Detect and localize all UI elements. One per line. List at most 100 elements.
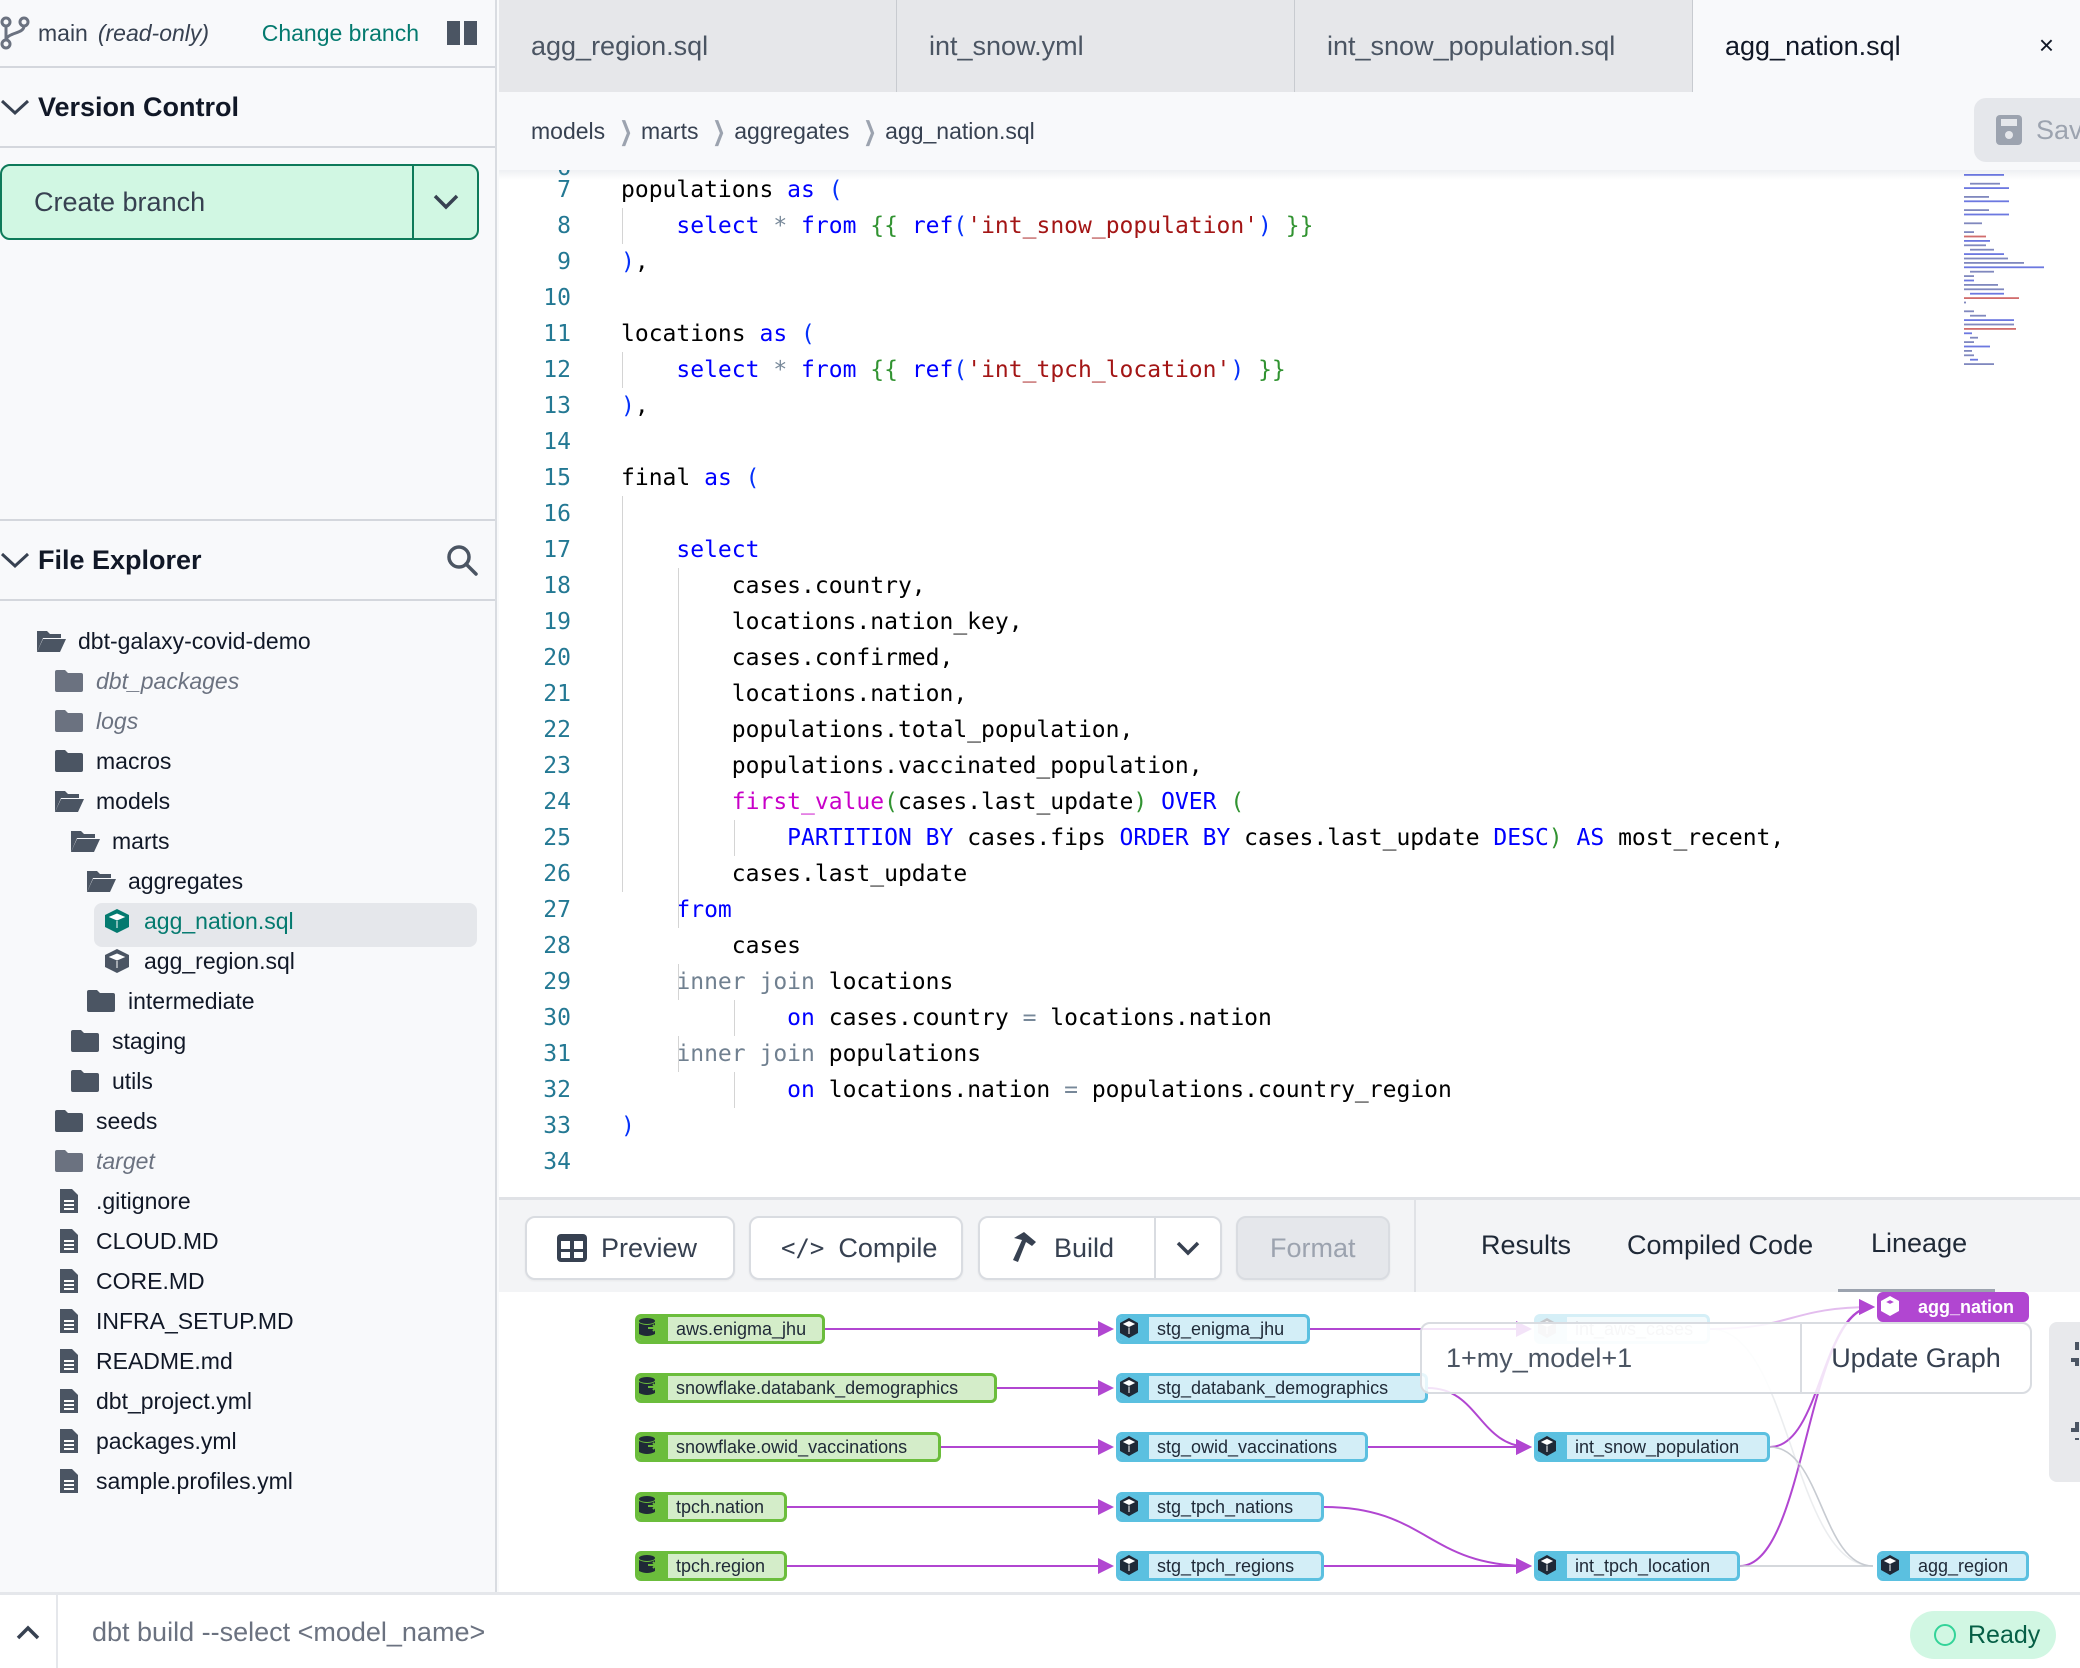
minimap-line [1970, 358, 1978, 361]
change-branch-link[interactable]: Change branch [262, 20, 419, 47]
search-icon[interactable] [445, 543, 479, 577]
breadcrumb-item[interactable]: marts [641, 118, 699, 145]
create-branch-dropdown[interactable] [412, 166, 477, 238]
file-tree-folder[interactable]: seeds [0, 1101, 495, 1141]
file-tree-label: CORE.MD [96, 1267, 205, 1294]
indent-guide [678, 892, 679, 928]
preview-button[interactable]: Preview [525, 1216, 735, 1280]
file-tree-folder[interactable]: marts [0, 821, 495, 861]
tab-results[interactable]: Results [1481, 1230, 1571, 1261]
code-line: 23 populations.vaccinated_population, [499, 748, 1203, 784]
indent-guide [734, 1000, 735, 1036]
chevron-down-icon [1176, 1241, 1200, 1256]
code-line: 30 on cases.country = locations.nation [499, 1000, 1272, 1036]
file-tree-file[interactable]: sample.profiles.yml [0, 1461, 495, 1501]
code-icon: </> [781, 1234, 825, 1262]
file-tree-file[interactable]: CLOUD.MD [0, 1221, 495, 1261]
code-line: 16 [499, 496, 621, 532]
file-tree-folder[interactable]: aggregates [0, 861, 495, 901]
lineage-node[interactable]: snowflake.databank_demographics [635, 1373, 997, 1403]
code-editor[interactable]: 67populations as (8 select * from {{ ref… [499, 170, 2080, 1197]
expand-panel-button[interactable] [0, 1595, 58, 1668]
breadcrumb-item[interactable]: models [531, 118, 605, 145]
breadcrumb-item[interactable]: agg_nation.sql [885, 118, 1035, 145]
compile-button[interactable]: </> Compile [749, 1216, 963, 1280]
fullscreen-icon[interactable] [2049, 1322, 2080, 1482]
line-number: 33 [543, 1113, 571, 1139]
lineage-node[interactable]: stg_owid_vaccinations [1116, 1432, 1368, 1462]
line-number: 22 [543, 717, 571, 743]
code-line: 7 populations as ( [499, 172, 842, 208]
tab-lineage[interactable]: Lineage [1871, 1228, 1967, 1259]
tab-compiled-code[interactable]: Compiled Code [1627, 1230, 1813, 1261]
file-explorer-header[interactable]: File Explorer [0, 521, 495, 601]
lineage-node[interactable]: snowflake.owid_vaccinations [635, 1432, 941, 1462]
tab-agg-region-sql[interactable]: agg_region.sql [499, 0, 897, 92]
minimap-line [1964, 350, 1972, 352]
file-tree-file[interactable]: agg_region.sql [0, 941, 495, 981]
file-tree-folder[interactable]: macros [0, 741, 495, 781]
file-tree-folder[interactable]: dbt-galaxy-covid-demo [0, 621, 495, 661]
lineage-node[interactable]: agg_nation [1877, 1292, 2029, 1322]
code-text: populations.vaccinated_population, [621, 753, 1203, 779]
save-button[interactable]: Save [1974, 98, 2080, 162]
minimap-line [1964, 253, 2004, 255]
lineage-graph[interactable]: aws.enigma_jhu snowflake.databank_demogra… [499, 1292, 2080, 1592]
indent-guide [622, 352, 623, 388]
minimap[interactable] [1960, 170, 2080, 380]
update-graph-button[interactable]: Update Graph [1800, 1324, 2030, 1392]
lineage-node[interactable]: int_snow_population [1534, 1432, 1770, 1462]
create-branch-button[interactable]: Create branch [2, 166, 412, 238]
file-tree-folder[interactable]: target [0, 1141, 495, 1181]
file-tree-folder[interactable]: utils [0, 1061, 495, 1101]
graph-selector-input[interactable]: 1+my_model+1 [1422, 1324, 1800, 1392]
tab-agg-nation-sql[interactable]: agg_nation.sql × [1693, 0, 2080, 92]
line-number: 34 [543, 1149, 571, 1175]
book-icon[interactable] [445, 19, 479, 47]
command-input[interactable]: dbt build --select <model_name> [70, 1601, 1870, 1663]
close-tab-icon[interactable]: × [2039, 30, 2054, 61]
file-tree-folder[interactable]: intermediate [0, 981, 495, 1021]
lineage-node[interactable]: agg_region [1877, 1551, 2029, 1581]
file-tree-label: seeds [96, 1107, 158, 1134]
lineage-node[interactable]: tpch.region [635, 1551, 787, 1581]
lineage-node-label: aws.enigma_jhu [676, 1318, 807, 1339]
git-branch-icon [0, 16, 30, 50]
file-tree-file[interactable]: INFRA_SETUP.MD [0, 1301, 495, 1341]
file-tree-file[interactable]: dbt_project.yml [0, 1381, 495, 1421]
build-button[interactable]: Build [978, 1216, 1222, 1280]
file-tree-folder[interactable]: models [0, 781, 495, 821]
status-badge: Ready [1910, 1611, 2056, 1659]
breadcrumb-item[interactable]: aggregates [734, 118, 849, 145]
lineage-node[interactable]: tpch.nation [635, 1492, 787, 1522]
minimap-line [1964, 262, 2024, 264]
lineage-node[interactable]: stg_databank_demographics [1116, 1373, 1428, 1403]
branch-name: main [38, 19, 88, 46]
lineage-node[interactable]: aws.enigma_jhu [635, 1314, 825, 1344]
line-number: 30 [543, 1005, 571, 1031]
line-number: 7 [557, 177, 571, 203]
lineage-node[interactable]: stg_tpch_nations [1116, 1492, 1324, 1522]
minimap-line [1964, 196, 1989, 198]
format-button[interactable]: Format [1236, 1216, 1390, 1280]
file-tree-folder[interactable]: staging [0, 1021, 495, 1061]
lineage-node-label: snowflake.databank_demographics [676, 1377, 959, 1398]
file-tree-file[interactable]: README.md [0, 1341, 495, 1381]
tab-label: int_snow.yml [929, 30, 1084, 61]
source-database-icon [638, 1554, 668, 1578]
lineage-node[interactable]: stg_tpch_regions [1116, 1551, 1324, 1581]
lineage-node[interactable]: stg_enigma_jhu [1116, 1314, 1310, 1344]
compile-label: Compile [838, 1232, 938, 1263]
file-tree-file[interactable]: .gitignore [0, 1181, 495, 1221]
file-tree-folder[interactable]: dbt_packages [0, 661, 495, 701]
file-tree-folder[interactable]: logs [0, 701, 495, 741]
tab-int-snow-population-sql[interactable]: int_snow_population.sql [1295, 0, 1693, 92]
build-dropdown[interactable] [1156, 1218, 1220, 1278]
lineage-node[interactable]: int_tpch_location [1534, 1551, 1740, 1581]
file-tree-file[interactable]: packages.yml [0, 1421, 495, 1461]
tab-int-snow-yml[interactable]: int_snow.yml [897, 0, 1295, 92]
file-tree-file[interactable]: agg_nation.sql [0, 901, 495, 947]
version-control-header[interactable]: Version Control [0, 68, 495, 148]
table-icon [557, 1234, 587, 1262]
file-tree-file[interactable]: CORE.MD [0, 1261, 495, 1301]
